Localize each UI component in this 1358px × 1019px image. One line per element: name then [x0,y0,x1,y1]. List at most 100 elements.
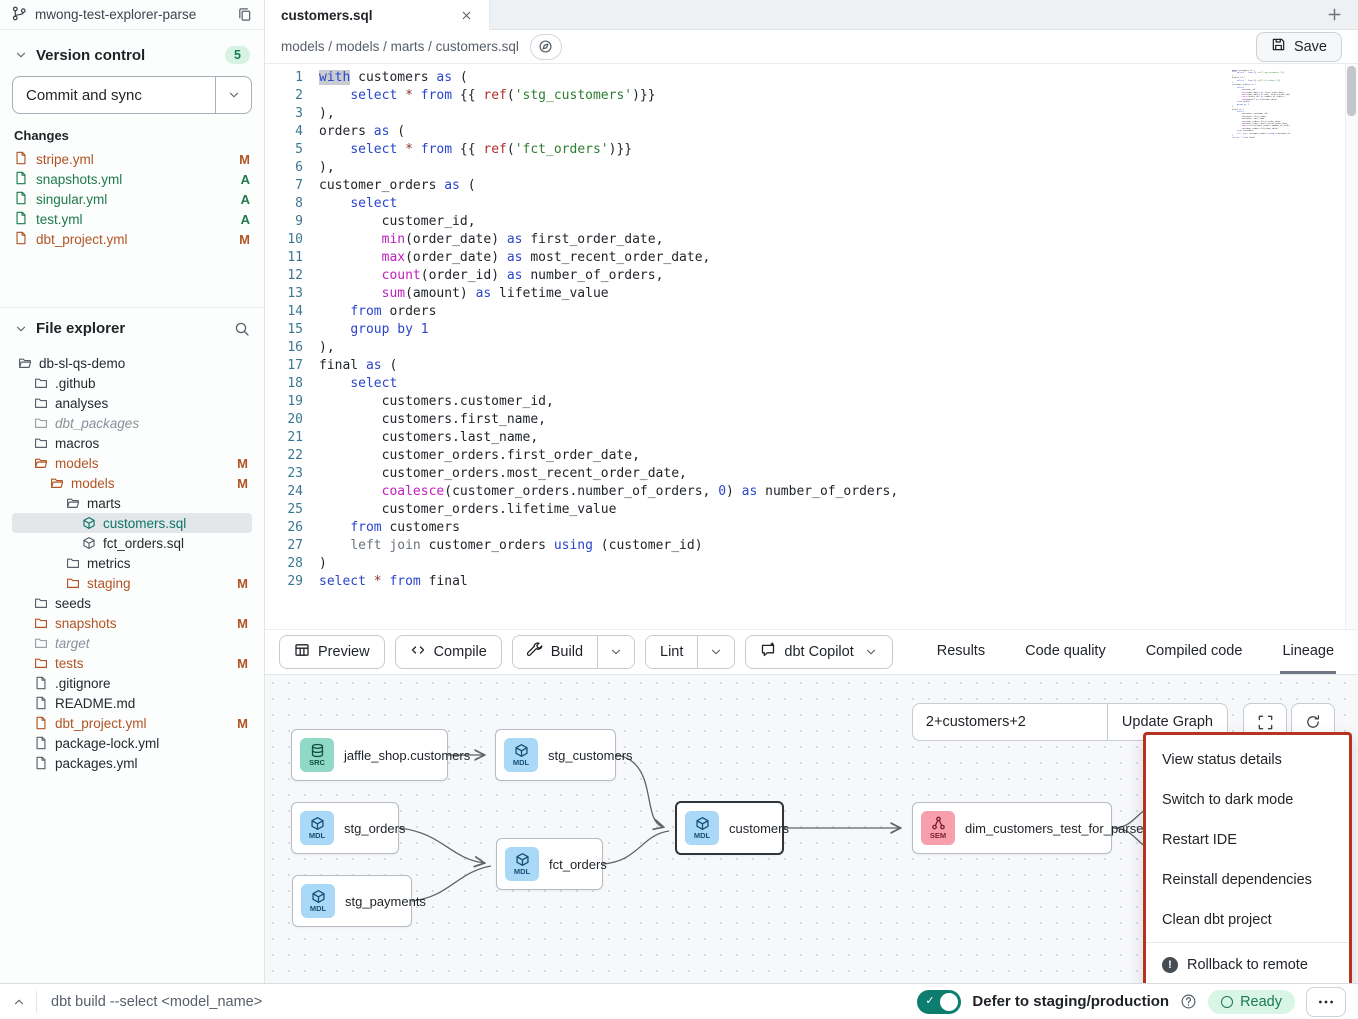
code-line[interactable]: ) [319,555,1358,573]
file-tree-item[interactable]: package-lock.yml [12,733,252,753]
lineage-node-stg_payments[interactable]: MDLstg_payments [292,875,412,927]
code-line[interactable]: ), [319,159,1358,177]
lineage-node-jaffle_shop-customers[interactable]: SRCjaffle_shop.customers [291,729,448,781]
code-line[interactable]: left join customer_orders using (custome… [319,537,1358,555]
file-tree-item[interactable]: .github [12,373,252,393]
change-item[interactable]: singular.ymlA [12,189,252,209]
search-icon[interactable] [234,321,250,337]
menu-item-switch-to-dark-mode[interactable]: Switch to dark mode [1146,780,1349,820]
tab-code-quality[interactable]: Code quality [1023,630,1108,674]
lint-button[interactable]: Lint [646,636,697,668]
code-lines[interactable]: with customers as ( select * from {{ ref… [319,69,1358,629]
code-line[interactable]: coalesce(customer_orders.number_of_order… [319,483,1358,501]
menu-item-restart-ide[interactable]: Restart IDE [1146,820,1349,860]
tab-customers-sql[interactable]: customers.sql [265,0,490,31]
code-line[interactable]: min(order_date) as first_order_date, [319,231,1358,249]
code-line[interactable]: customer_orders.first_order_date, [319,447,1358,465]
compass-icon[interactable] [530,34,562,60]
lineage-selector-input[interactable]: 2+customers+2 [913,704,1107,740]
code-line[interactable]: customers.first_name, [319,411,1358,429]
lineage-node-customers[interactable]: MDLcustomers [675,801,784,855]
lineage-node-stg_orders[interactable]: MDLstg_orders [291,802,399,854]
file-tree-item[interactable]: stagingM [12,573,252,593]
build-dropdown-chevron-icon[interactable] [597,636,634,668]
editor-scrollbar[interactable] [1345,64,1358,629]
build-button[interactable]: Build [513,636,597,668]
file-tree-item[interactable]: macros [12,433,252,453]
compile-button[interactable]: Compile [395,635,502,669]
code-line[interactable]: select * from {{ ref('fct_orders')}} [319,141,1358,159]
lineage-node-dim_customers_test_for_parse[interactable]: SEMdim_customers_test_for_parse [912,802,1112,854]
dbt-copilot-button[interactable]: dbt Copilot [745,635,892,669]
file-tree-item[interactable]: packages.yml [12,753,252,773]
code-line[interactable]: with customers as ( [319,69,1358,87]
code-line[interactable]: count(order_id) as number_of_orders, [319,267,1358,285]
code-line[interactable]: orders as ( [319,123,1358,141]
commit-and-sync-button[interactable]: Commit and sync [12,76,252,114]
code-line[interactable]: ), [319,339,1358,357]
defer-toggle[interactable]: ✓ [917,990,961,1014]
code-line[interactable]: select [319,195,1358,213]
more-options-button[interactable] [1306,987,1346,1017]
code-line[interactable]: customers.customer_id, [319,393,1358,411]
code-line[interactable]: customer_id, [319,213,1358,231]
file-tree-item[interactable]: snapshotsM [12,613,252,633]
copy-branch-icon[interactable] [237,7,252,22]
code-line[interactable]: sum(amount) as lifetime_value [319,285,1358,303]
code-line[interactable]: from orders [319,303,1358,321]
change-item[interactable]: snapshots.ymlA [12,169,252,189]
code-line[interactable]: customer_orders.most_recent_order_date, [319,465,1358,483]
menu-item-rollback-to-remote[interactable]: !Rollback to remote [1146,945,1349,983]
code-line[interactable]: max(order_date) as most_recent_order_dat… [319,249,1358,267]
code-line[interactable]: group by 1 [319,321,1358,339]
code-line[interactable]: from customers [319,519,1358,537]
file-tree-item[interactable]: marts [12,493,252,513]
file-tree-item[interactable]: dbt_project.ymlM [12,713,252,733]
change-item[interactable]: test.ymlA [12,209,252,229]
menu-item-reinstall-dependencies[interactable]: Reinstall dependencies [1146,860,1349,900]
file-tree-item[interactable]: fct_orders.sql [12,533,252,553]
commit-button-label[interactable]: Commit and sync [13,77,215,113]
file-tree-item[interactable]: dbt_packages [12,413,252,433]
chevron-down-icon[interactable] [14,48,28,62]
lint-dropdown-chevron-icon[interactable] [697,636,734,668]
help-icon[interactable] [1180,993,1197,1010]
lineage-canvas[interactable]: SRCjaffle_shop.customers MDLstg_customers… [265,675,1358,983]
chevron-down-icon[interactable] [14,322,28,336]
code-line[interactable]: select * from {{ ref('stg_customers')}} [319,87,1358,105]
change-item[interactable]: stripe.ymlM [12,149,252,169]
lineage-node-stg_customers[interactable]: MDLstg_customers [495,729,616,781]
scrollbar-thumb[interactable] [1347,66,1356,116]
close-icon[interactable] [460,9,473,22]
file-tree-item[interactable]: analyses [12,393,252,413]
tab-compiled-code[interactable]: Compiled code [1144,630,1245,674]
tab-results[interactable]: Results [935,630,987,674]
code-line[interactable]: customers.last_name, [319,429,1358,447]
file-tree-item[interactable]: metrics [12,553,252,573]
code-line[interactable]: final as ( [319,357,1358,375]
new-tab-button[interactable] [1310,0,1358,29]
change-item[interactable]: dbt_project.ymlM [12,229,252,249]
code-editor[interactable]: 1234567891011121314151617181920212223242… [265,64,1358,629]
menu-item-view-status-details[interactable]: View status details [1146,740,1349,780]
tab-lineage[interactable]: Lineage [1280,630,1336,674]
command-input[interactable]: dbt build --select <model_name> [51,994,262,1010]
file-tree-item[interactable]: README.md [12,693,252,713]
commit-dropdown-chevron-icon[interactable] [215,77,251,113]
file-tree-item[interactable]: seeds [12,593,252,613]
file-tree-item[interactable]: .gitignore [12,673,252,693]
preview-button[interactable]: Preview [279,635,385,669]
code-line[interactable]: select * from final [319,573,1358,591]
file-tree-item[interactable]: db-sl-qs-demo [12,353,252,373]
save-button[interactable]: Save [1256,32,1342,62]
code-line[interactable]: customer_orders as ( [319,177,1358,195]
file-tree-item[interactable]: modelsM [12,473,252,493]
code-line[interactable]: ), [319,105,1358,123]
menu-item-clean-dbt-project[interactable]: Clean dbt project [1146,900,1349,940]
file-tree-item[interactable]: modelsM [12,453,252,473]
expand-panel-icon[interactable] [12,995,26,1009]
code-line[interactable]: select [319,375,1358,393]
file-tree-item[interactable]: customers.sql [12,513,252,533]
file-tree-item[interactable]: testsM [12,653,252,673]
file-tree-item[interactable]: target [12,633,252,653]
